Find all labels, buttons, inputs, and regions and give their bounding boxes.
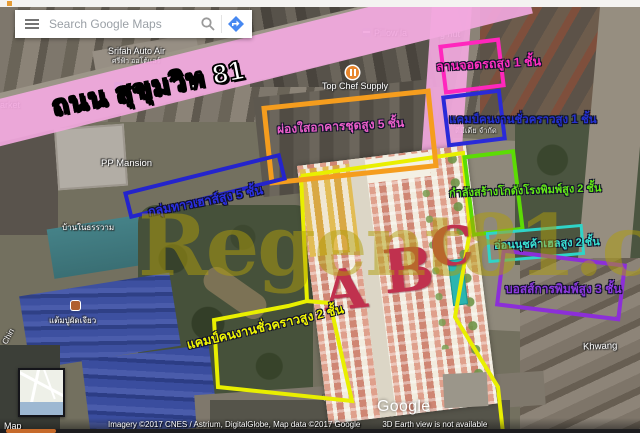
- poi-srifah-auto-air[interactable]: Srifah Auto Air: [108, 46, 165, 56]
- menu-icon[interactable]: [25, 17, 39, 31]
- poi-pp-mansion[interactable]: PP Mansion: [101, 158, 152, 169]
- directions-icon[interactable]: [227, 15, 245, 33]
- earth-view-notice: 3D Earth view is not available: [382, 420, 487, 429]
- poi-baan[interactable]: บ้านในธรรวาม: [62, 221, 114, 234]
- street-label-khwang-right: Khwang: [583, 340, 618, 352]
- search-box: [15, 10, 252, 38]
- attribution: Imagery ©2017 CNES / Astrium, DigitalGlo…: [108, 420, 487, 429]
- search-input[interactable]: [47, 16, 200, 32]
- map-thumbnail[interactable]: [18, 368, 65, 417]
- attribution-text: Imagery ©2017 CNES / Astrium, DigitalGlo…: [108, 420, 360, 429]
- search-icon[interactable]: [200, 16, 216, 32]
- divider: [221, 15, 222, 33]
- restaurant-icon[interactable]: [346, 66, 359, 79]
- taskbar-accent: [6, 429, 56, 433]
- taskbar: [0, 429, 640, 433]
- google-logo: Google: [377, 398, 430, 416]
- food-poi-icon: [71, 301, 80, 310]
- watermark: Regent81.com: [138, 196, 640, 295]
- annotation-label-camp-1fl: แคมป์คนงานชั่วคราวสูง 1 ชั้น: [449, 111, 597, 129]
- browser-strip: [0, 0, 640, 7]
- poi-top-chef-supply[interactable]: Top Chef Supply: [322, 81, 388, 91]
- google-maps-satellite-view: Srifah Auto Air ศรีฟ้า ออโต้แอร์ Pillow …: [0, 0, 640, 433]
- poi-food-stall[interactable]: แต้มปูผัดเจียว: [49, 314, 96, 327]
- bookmark-icon[interactable]: [7, 1, 12, 6]
